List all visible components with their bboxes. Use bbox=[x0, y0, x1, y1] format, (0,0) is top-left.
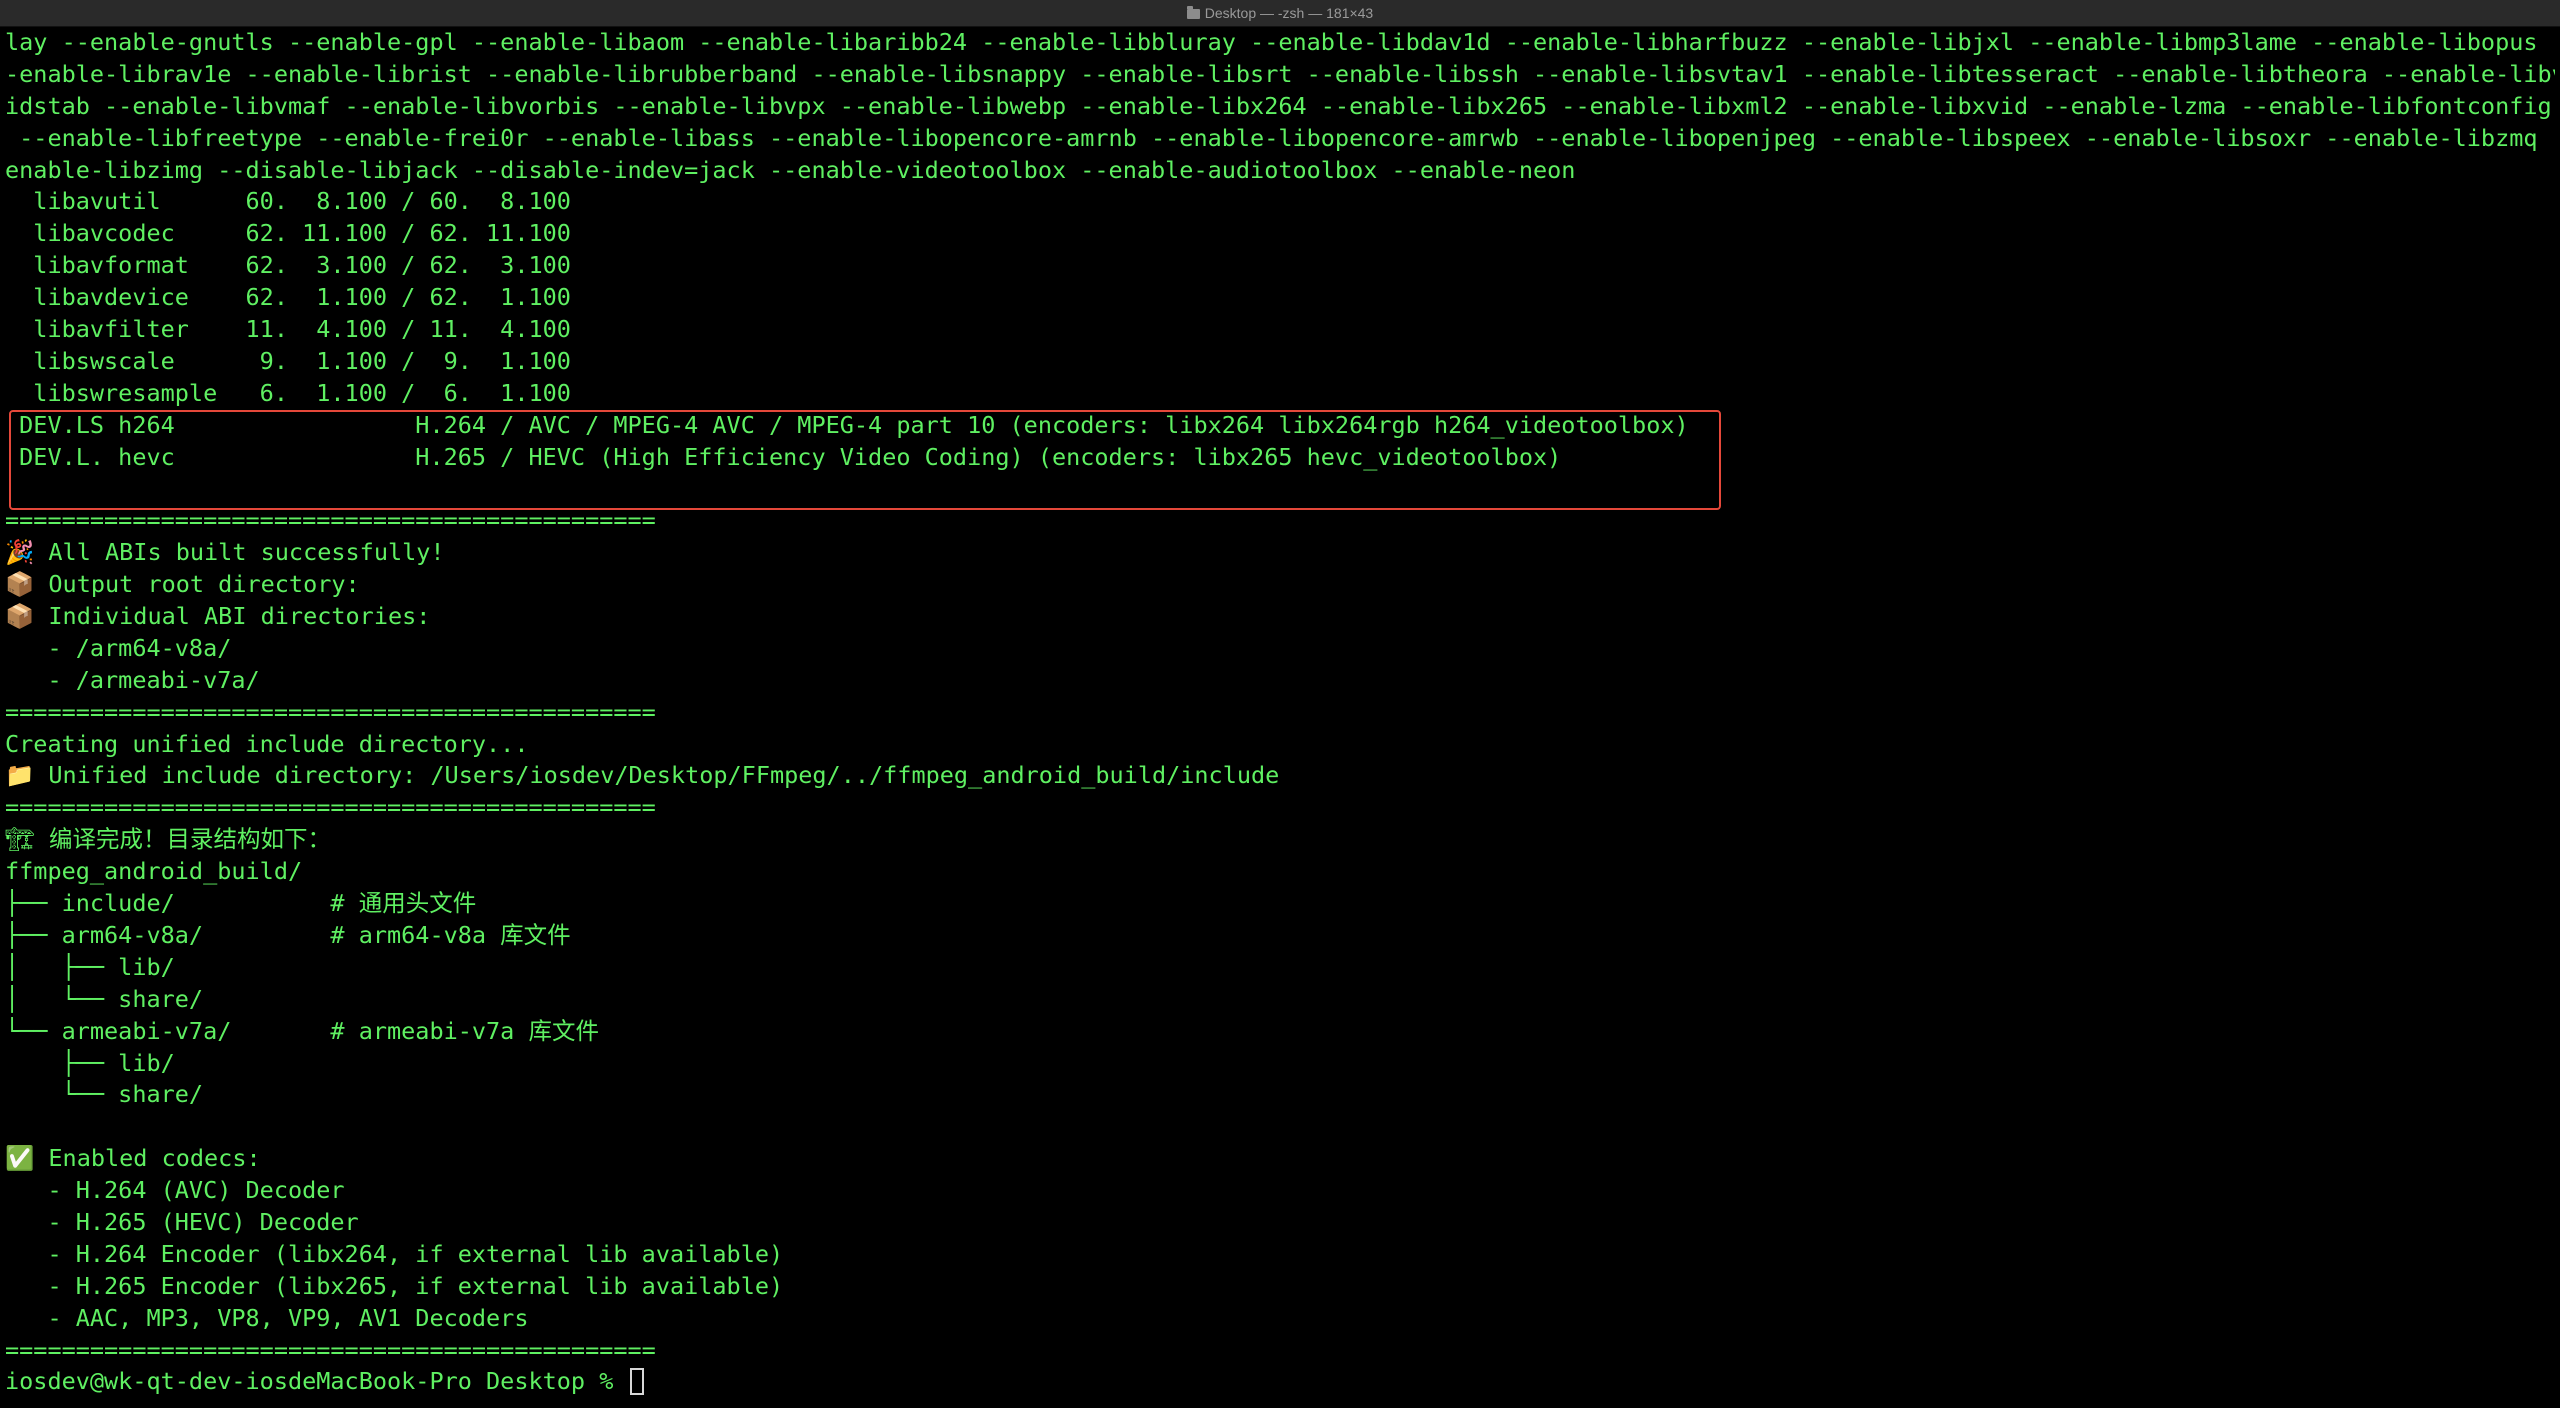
window-title: Desktop — -zsh — 181×43 bbox=[1204, 5, 1374, 21]
terminal-line: libswresample 6. 1.100 / 6. 1.100 bbox=[5, 378, 571, 407]
title-bar[interactable]: Desktop — -zsh — 181×43 bbox=[0, 0, 2560, 27]
terminal-line: libavformat 62. 3.100 / 62. 3.100 bbox=[5, 251, 571, 280]
terminal-line: ========================================… bbox=[5, 1335, 656, 1364]
terminal-window: Desktop — -zsh — 181×43 lay --enable-gnu… bbox=[0, 0, 2560, 1408]
terminal-line: ========================================… bbox=[5, 506, 656, 535]
terminal-line: └── share/ bbox=[5, 1080, 204, 1109]
terminal-line: │ ├── lib/ bbox=[5, 952, 175, 981]
terminal-line: 🏗 编译完成！目录结构如下： bbox=[5, 825, 331, 854]
terminal-line: --enable-libfreetype --enable-frei0r --e… bbox=[5, 123, 2555, 152]
terminal-line: ├── include/ # 通用头文件 bbox=[5, 889, 477, 918]
terminal-line: - H.264 Encoder (libx264, if external li… bbox=[5, 1239, 784, 1268]
terminal-line: 📦 Individual ABI directories: bbox=[5, 602, 431, 631]
terminal-line: libavdevice 62. 1.100 / 62. 1.100 bbox=[5, 283, 571, 312]
terminal-line: -enable-librav1e --enable-librist --enab… bbox=[5, 59, 2555, 88]
window-title-container: Desktop — -zsh — 181×43 bbox=[0, 5, 2560, 21]
folder-icon bbox=[1186, 6, 1200, 19]
terminal-line: libavfilter 11. 4.100 / 11. 4.100 bbox=[5, 315, 571, 344]
terminal-line: lay --enable-gnutls --enable-gpl --enabl… bbox=[5, 28, 2555, 56]
terminal-line: ========================================… bbox=[5, 793, 656, 822]
terminal-line: └── armeabi-v7a/ # armeabi-v7a 库文件 bbox=[5, 1016, 599, 1045]
terminal-line: ✅ Enabled codecs: bbox=[5, 1144, 261, 1173]
terminal-line: - H.264 (AVC) Decoder bbox=[5, 1176, 345, 1205]
terminal-line: ========================================… bbox=[5, 697, 656, 726]
terminal-line: DEV.L. hevc H.265 / HEVC (High Efficienc… bbox=[5, 442, 1562, 471]
terminal-line: ffmpeg_android_build/ bbox=[5, 857, 303, 886]
terminal-line: 📦 Output root directory: bbox=[5, 570, 360, 599]
terminal-line: Creating unified include directory... bbox=[5, 729, 529, 758]
terminal-line: 🎉 All ABIs built successfully! bbox=[5, 538, 445, 567]
terminal-line: - AAC, MP3, VP8, VP9, AV1 Decoders bbox=[5, 1303, 529, 1332]
terminal-output[interactable]: lay --enable-gnutls --enable-gpl --enabl… bbox=[5, 27, 2555, 1408]
terminal-line: enable-libzimg --disable-libjack --disab… bbox=[5, 155, 1576, 184]
terminal-line: │ └── share/ bbox=[5, 984, 204, 1013]
terminal-line: libavcodec 62. 11.100 / 62. 11.100 bbox=[5, 219, 571, 248]
terminal-line: DEV.LS h264 H.264 / AVC / MPEG-4 AVC / M… bbox=[5, 410, 1689, 439]
terminal-line: - H.265 Encoder (libx265, if external li… bbox=[5, 1271, 784, 1300]
shell-prompt: iosdev@wk-qt-dev-iosdeMacBook-Pro Deskto… bbox=[5, 1367, 628, 1396]
terminal-line: ├── arm64-v8a/ # arm64-v8a 库文件 bbox=[5, 920, 571, 949]
terminal-line: - /arm64-v8a/ bbox=[5, 633, 232, 662]
terminal-line: libswscale 9. 1.100 / 9. 1.100 bbox=[5, 346, 571, 375]
terminal-line: idstab --enable-libvmaf --enable-libvorb… bbox=[5, 91, 2552, 120]
prompt-line[interactable]: iosdev@wk-qt-dev-iosdeMacBook-Pro Deskto… bbox=[5, 1366, 2555, 1398]
terminal-line: - /armeabi-v7a/ bbox=[5, 665, 260, 694]
terminal-line: 📁 Unified include directory: /Users/iosd… bbox=[5, 761, 1280, 790]
terminal-line: ├── lib/ bbox=[5, 1048, 175, 1077]
terminal-line: libavutil 60. 8.100 / 60. 8.100 bbox=[5, 187, 571, 216]
terminal-line: - H.265 (HEVC) Decoder bbox=[5, 1207, 359, 1236]
block-cursor-icon bbox=[629, 1368, 644, 1396]
